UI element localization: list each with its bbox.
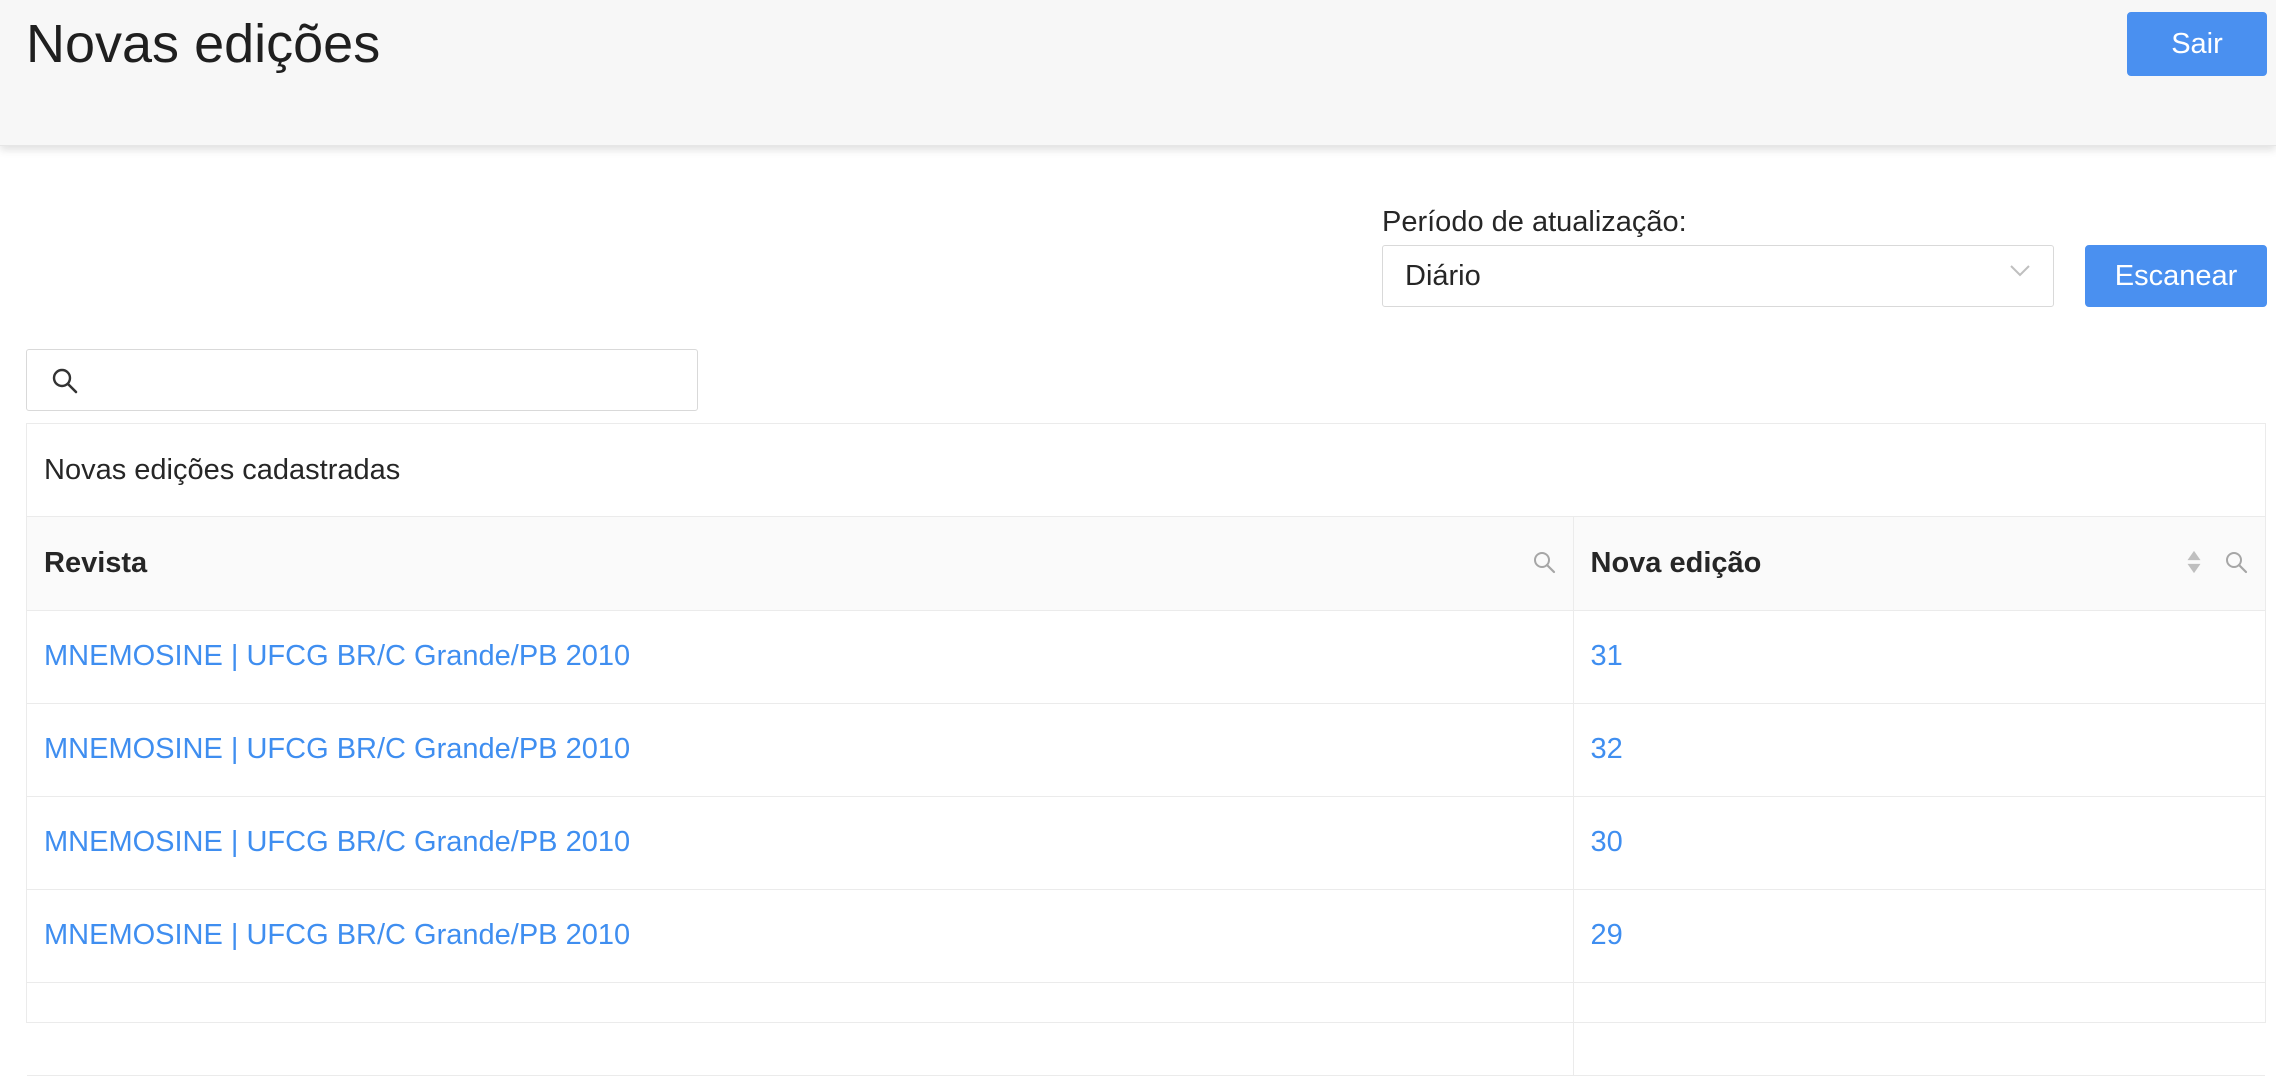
edicao-cell (1573, 982, 2265, 1076)
edicao-cell: 31 (1573, 610, 2265, 704)
revista-link[interactable]: MNEMOSINE | UFCG BR/C Grande/PB 2010 (44, 826, 630, 858)
column-header-label: Nova edição (1590, 546, 1762, 579)
editions-table: Revista Nova edição MNEMOSINE | UFCG BR/… (27, 517, 2265, 1076)
editions-card: Novas edições cadastradas Revista Nova e… (26, 423, 2266, 1076)
column-header-revista: Revista (27, 517, 1574, 611)
period-select[interactable]: Diário (1382, 245, 2054, 307)
revista-cell (27, 982, 1574, 1076)
column-header-nova-edicao: Nova edição (1573, 517, 2265, 611)
revista-cell: MNEMOSINE | UFCG BR/C Grande/PB 2010 (27, 889, 1574, 983)
edicao-link[interactable]: 30 (1591, 826, 1623, 858)
revista-link[interactable]: MNEMOSINE | UFCG BR/C Grande/PB 2010 (44, 733, 630, 765)
table-row: MNEMOSINE | UFCG BR/C Grande/PB 2010 31 (27, 610, 2265, 704)
revista-link[interactable]: MNEMOSINE | UFCG BR/C Grande/PB 2010 (44, 919, 630, 951)
period-label: Período de atualização: (1382, 206, 1687, 238)
edicao-link[interactable]: 31 (1591, 640, 1623, 672)
logout-button[interactable]: Sair (2127, 12, 2267, 76)
edicao-link[interactable]: 32 (1591, 733, 1623, 765)
revista-cell: MNEMOSINE | UFCG BR/C Grande/PB 2010 (27, 610, 1574, 704)
chevron-down-icon (2010, 265, 2030, 277)
search-input[interactable] (26, 349, 698, 411)
table-header-row: Revista Nova edição (27, 517, 2265, 611)
sort-icon[interactable] (2181, 549, 2207, 575)
table-row: MNEMOSINE | UFCG BR/C Grande/PB 2010 29 (27, 889, 2265, 983)
filter-search-icon[interactable] (2223, 549, 2249, 575)
top-header: Novas edições Sair (0, 0, 2276, 146)
page-title: Novas edições (26, 14, 381, 74)
table-row (27, 982, 2265, 1076)
edicao-cell: 30 (1573, 796, 2265, 890)
period-select-value: Diário (1405, 259, 1481, 292)
card-title: Novas edições cadastradas (27, 424, 2265, 517)
scan-button[interactable]: Escanear (2085, 245, 2267, 307)
table-row: MNEMOSINE | UFCG BR/C Grande/PB 2010 30 (27, 796, 2265, 890)
edicao-cell: 29 (1573, 889, 2265, 983)
search-icon (52, 368, 78, 394)
revista-link[interactable]: MNEMOSINE | UFCG BR/C Grande/PB 2010 (44, 640, 630, 672)
column-header-label: Revista (44, 546, 148, 579)
revista-cell: MNEMOSINE | UFCG BR/C Grande/PB 2010 (27, 703, 1574, 797)
table-row: MNEMOSINE | UFCG BR/C Grande/PB 2010 32 (27, 703, 2265, 797)
revista-cell: MNEMOSINE | UFCG BR/C Grande/PB 2010 (27, 796, 1574, 890)
filter-search-icon[interactable] (1531, 549, 1557, 575)
edicao-link[interactable]: 29 (1591, 919, 1623, 951)
edicao-cell: 32 (1573, 703, 2265, 797)
